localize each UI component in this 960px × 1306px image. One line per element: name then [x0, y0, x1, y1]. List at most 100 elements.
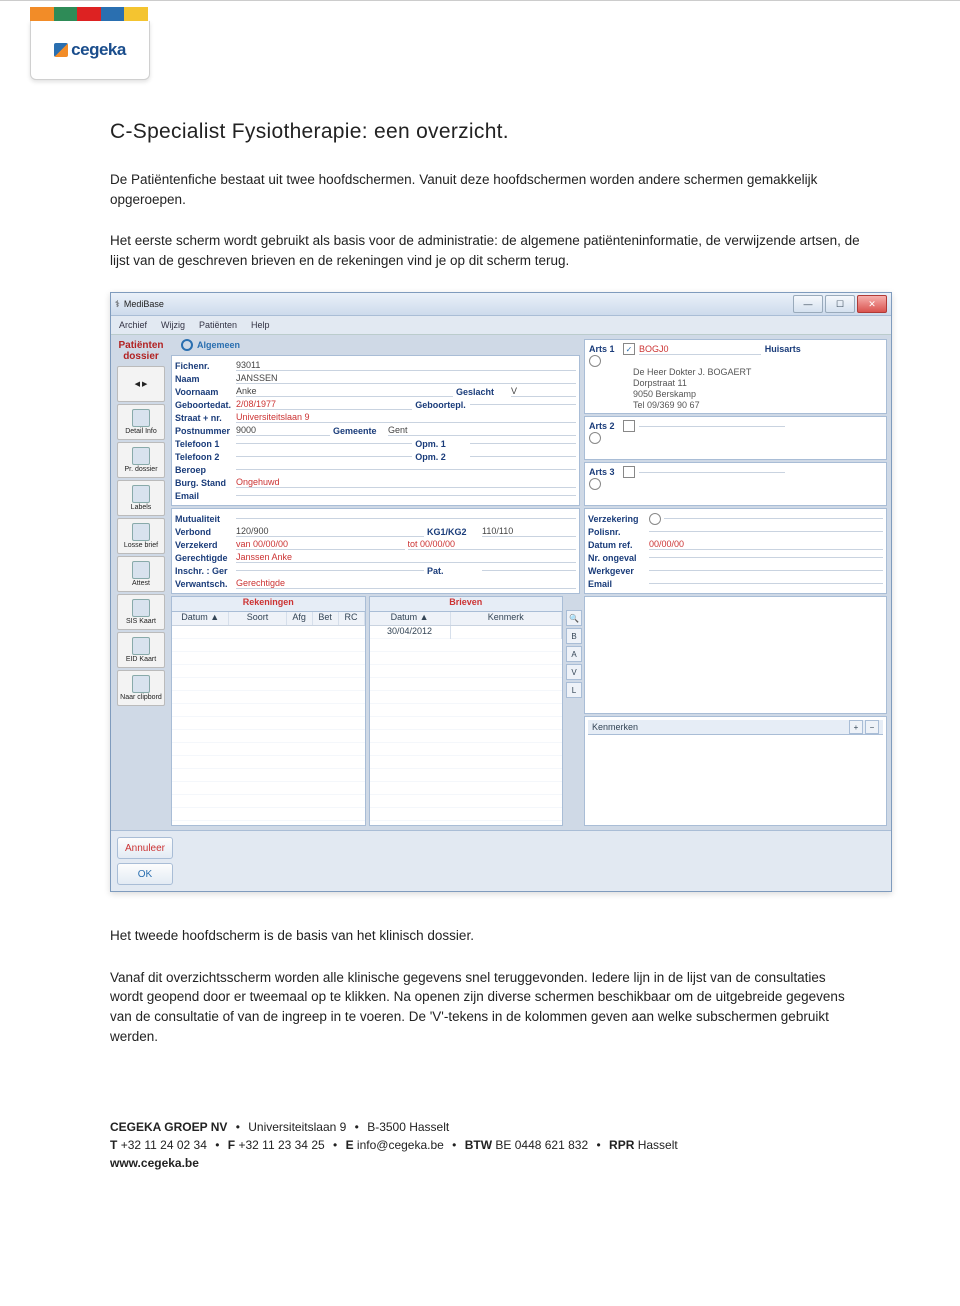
lbl-gemeente: Gemeente: [333, 426, 385, 436]
footer-email-label: E: [346, 1138, 354, 1152]
table-rekeningen-header[interactable]: Datum ▲ Soort Afg Bet RC: [172, 612, 365, 626]
side-btn-v[interactable]: V: [566, 664, 582, 680]
arts3-code[interactable]: [639, 472, 785, 473]
lbl-tel2: Telefoon 2: [175, 452, 233, 462]
val-email[interactable]: [236, 495, 576, 496]
arts1-checkbox[interactable]: ✓: [623, 343, 635, 355]
arts3-checkbox[interactable]: [623, 466, 635, 478]
table-brieven-body[interactable]: 30/04/2012: [370, 626, 563, 825]
table-brieven-header[interactable]: Datum ▲ Kenmerk: [370, 612, 563, 626]
val-verbond[interactable]: 120/900: [236, 526, 424, 537]
lbl-datumref: Datum ref.: [588, 540, 646, 550]
footer-rpr: Hasselt: [638, 1138, 678, 1152]
lbl-verbond: Verbond: [175, 527, 233, 537]
val-tel1[interactable]: [236, 443, 412, 444]
rail-clipboard[interactable]: Naar clipbord: [117, 670, 165, 706]
val-voornaam[interactable]: Anke: [236, 386, 453, 397]
menu-archief[interactable]: Archief: [119, 320, 147, 330]
verzekering-panel: Verzekering Polisnr. Datum ref.00/00/00 …: [584, 508, 887, 594]
val-verzekering[interactable]: [664, 518, 883, 519]
footer-phone-label: T: [110, 1138, 117, 1152]
lbl-tel1: Telefoon 1: [175, 439, 233, 449]
app-window: ⚕ MediBase — ☐ ✕ Archief Wijzig Patiënte…: [110, 292, 892, 892]
val-polisnr[interactable]: [649, 531, 883, 532]
ok-button[interactable]: OK: [117, 863, 173, 885]
table-row[interactable]: 30/04/2012: [370, 626, 563, 639]
arts1-code[interactable]: BOGJ0: [639, 344, 761, 355]
search-icon[interactable]: [649, 513, 661, 525]
side-btn-search[interactable]: 🔍: [566, 610, 582, 626]
window-minimize-button[interactable]: —: [793, 295, 823, 313]
val-gerechtigde[interactable]: Janssen Anke: [236, 552, 576, 563]
rail-detail-info[interactable]: Detail Info: [117, 404, 165, 440]
menu-patienten[interactable]: Patiënten: [199, 320, 237, 330]
menu-help[interactable]: Help: [251, 320, 270, 330]
val-nrongeval[interactable]: [649, 557, 883, 558]
val-opm1[interactable]: [470, 443, 576, 444]
val-datumref[interactable]: 00/00/00: [649, 539, 883, 550]
kenmerken-add-button[interactable]: +: [849, 720, 863, 734]
side-btn-l[interactable]: L: [566, 682, 582, 698]
blank-panel-1[interactable]: [584, 596, 887, 714]
rail-nav-arrows[interactable]: ◀ ▶: [117, 366, 165, 402]
footer-vat-label: BTW: [465, 1138, 492, 1152]
side-btn-a[interactable]: A: [566, 646, 582, 662]
lbl-verwantsch: Verwantsch.: [175, 579, 233, 589]
val-geboortedat[interactable]: 2/08/1977: [236, 399, 412, 410]
val-geslacht[interactable]: V: [511, 386, 576, 397]
val-postnummer[interactable]: 9000: [236, 425, 330, 436]
val-geboortepl[interactable]: [470, 404, 576, 405]
lbl-arts2: Arts 2: [589, 421, 619, 431]
footer-company: CEGEKA GROEP NV: [110, 1120, 227, 1134]
after-paragraph-1: Het tweede hoofdscherm is de basis van h…: [110, 926, 860, 946]
lbl-opm2: Opm. 2: [415, 452, 467, 462]
val-opm2[interactable]: [470, 456, 576, 457]
kenmerken-remove-button[interactable]: −: [865, 720, 879, 734]
lbl-arts1: Arts 1: [589, 344, 619, 354]
val-werkgever[interactable]: [649, 570, 883, 571]
val-ins-email[interactable]: [649, 583, 883, 584]
val-burg[interactable]: Ongehuwd: [236, 477, 576, 488]
lbl-pat: Pat.: [427, 566, 479, 576]
kenmerken-title: Kenmerken: [592, 722, 638, 732]
clipboard-icon: [132, 675, 150, 693]
val-verwantsch[interactable]: Gerechtigde: [236, 578, 576, 589]
menu-wijzig[interactable]: Wijzig: [161, 320, 185, 330]
val-gemeente[interactable]: Gent: [388, 425, 576, 436]
search-icon[interactable]: [589, 355, 601, 367]
arts2-checkbox[interactable]: [623, 420, 635, 432]
val-kg1[interactable]: 110/110: [482, 526, 576, 537]
arts2-code[interactable]: [639, 426, 785, 427]
lbl-geboortedat: Geboortedat.: [175, 400, 233, 410]
lbl-mutualiteit: Mutualiteit: [175, 514, 233, 524]
lbl-email: Email: [175, 491, 233, 501]
cancel-button[interactable]: Annuleer: [117, 837, 173, 859]
window-close-button[interactable]: ✕: [857, 295, 887, 313]
lbl-gerechtigde: Gerechtigde: [175, 553, 233, 563]
footer-fax: +32 11 23 34 25: [238, 1138, 324, 1152]
search-icon[interactable]: [589, 432, 601, 444]
window-maximize-button[interactable]: ☐: [825, 295, 855, 313]
rail-attest[interactable]: Attest: [117, 556, 165, 592]
side-btn-b[interactable]: B: [566, 628, 582, 644]
rail-eid-kaart[interactable]: EID Kaart: [117, 632, 165, 668]
rail-labels[interactable]: Labels: [117, 480, 165, 516]
table-rekeningen-body[interactable]: [172, 626, 365, 825]
rail-pr-dossier[interactable]: Pr. dossier: [117, 442, 165, 478]
lbl-naam: Naam: [175, 374, 233, 384]
arts3-panel: Arts 3: [584, 462, 887, 506]
val-verzekerd-van[interactable]: van 00/00/00: [236, 539, 405, 550]
val-mutualiteit[interactable]: [236, 518, 576, 519]
val-verzekerd-tot[interactable]: tot 00/00/00: [408, 539, 577, 550]
val-pat[interactable]: [482, 570, 576, 571]
rail-sis-kaart[interactable]: SIS Kaart: [117, 594, 165, 630]
val-tel2[interactable]: [236, 456, 412, 457]
search-icon[interactable]: [589, 478, 601, 490]
val-inschr[interactable]: [236, 570, 424, 571]
lbl-geboortepl: Geboortepl.: [415, 400, 467, 410]
val-fichenr[interactable]: 93011: [236, 360, 576, 371]
rail-losse-brief[interactable]: Losse brief: [117, 518, 165, 554]
val-naam[interactable]: JANSSEN: [236, 373, 576, 384]
val-beroep[interactable]: [236, 469, 576, 470]
val-straat[interactable]: Universiteitslaan 9: [236, 412, 576, 423]
